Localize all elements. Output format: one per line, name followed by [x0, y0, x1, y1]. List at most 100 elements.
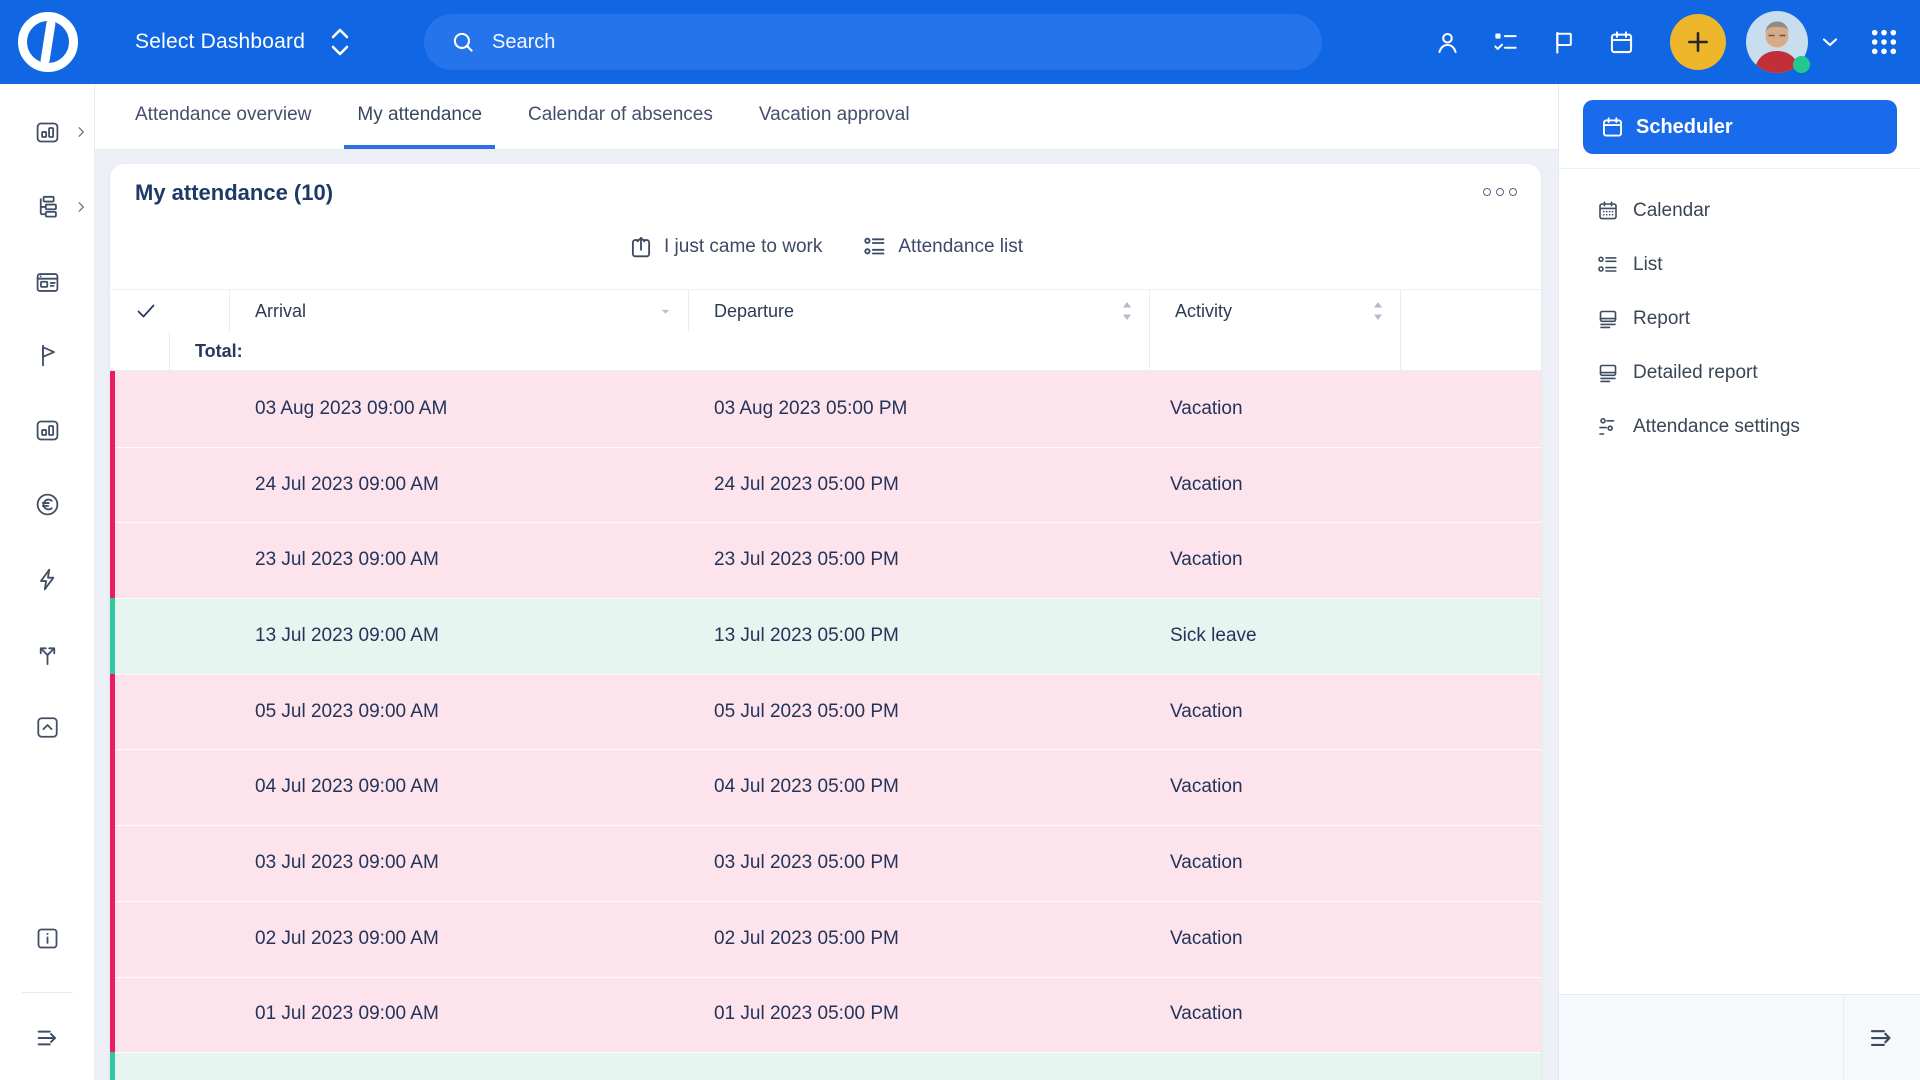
- sidebar-item-activity[interactable]: [0, 566, 95, 593]
- tab-vacation-approval[interactable]: Vacation approval: [746, 84, 923, 149]
- add-button[interactable]: [1670, 14, 1726, 70]
- sidebar-item-browser[interactable]: [0, 269, 95, 296]
- sidebar-item-integrations[interactable]: [0, 641, 95, 668]
- came-to-work-label: I just came to work: [664, 236, 822, 258]
- menu-item-calendar[interactable]: Calendar: [1559, 184, 1920, 238]
- calendar-button[interactable]: [1608, 29, 1635, 56]
- apps-menu-button[interactable]: [1868, 26, 1900, 58]
- table-row[interactable]: [110, 1052, 1541, 1080]
- chevron-right-icon[interactable]: [74, 200, 88, 214]
- sort-icon[interactable]: [1121, 300, 1133, 322]
- select-all-header[interactable]: [110, 290, 230, 332]
- table-row[interactable]: 13 Jul 2023 09:00 AM 13 Jul 2023 05:00 P…: [110, 598, 1541, 674]
- column-header-departure[interactable]: Departure: [689, 290, 1150, 332]
- avatar[interactable]: [1746, 11, 1808, 73]
- departure-cell: 03 Jul 2023 05:00 PM: [689, 852, 1150, 874]
- row-status-stripe: [110, 825, 115, 901]
- box-arrow-up-icon: [34, 714, 61, 741]
- sort-icon[interactable]: [1372, 300, 1384, 322]
- profile-menu-chevron[interactable]: [1818, 30, 1842, 54]
- tab-attendance-overview[interactable]: Attendance overview: [122, 84, 324, 149]
- sidebar-item-modules[interactable]: [0, 714, 95, 741]
- arrival-cell: 03 Jul 2023 09:00 AM: [230, 852, 689, 874]
- detailed-report-icon: [1596, 361, 1620, 385]
- app-logo[interactable]: [0, 11, 95, 73]
- attendance-table: Arrival Departure Activity Total: 03 Aug…: [110, 289, 1541, 1080]
- attendance-tabs: Attendance overview My attendance Calend…: [95, 84, 1558, 150]
- sidebar-item-campaigns[interactable]: [0, 342, 95, 369]
- menu-item-attendance-settings[interactable]: Attendance settings: [1559, 400, 1920, 454]
- info-icon: [34, 925, 61, 952]
- table-row[interactable]: 23 Jul 2023 09:00 AM 23 Jul 2023 05:00 P…: [110, 522, 1541, 598]
- sidebar-item-terminal[interactable]: [0, 417, 95, 444]
- activity-cell: Vacation: [1150, 474, 1401, 496]
- logo-icon: [17, 11, 79, 73]
- tab-calendar-of-absences[interactable]: Calendar of absences: [515, 84, 726, 149]
- list-icon: [862, 234, 888, 260]
- scheduler-button[interactable]: Scheduler: [1583, 100, 1897, 154]
- table-row[interactable]: 24 Jul 2023 09:00 AM 24 Jul 2023 05:00 P…: [110, 447, 1541, 523]
- sidebar-item-info[interactable]: [0, 925, 95, 952]
- apps-grid-icon: [1868, 26, 1900, 58]
- arrival-cell: 03 Aug 2023 09:00 AM: [230, 398, 689, 420]
- dashboard-selector[interactable]: Select Dashboard: [135, 22, 353, 62]
- table-row[interactable]: 05 Jul 2023 09:00 AM 05 Jul 2023 05:00 P…: [110, 674, 1541, 750]
- activity-cell: Vacation: [1150, 549, 1401, 571]
- table-row[interactable]: 02 Jul 2023 09:00 AM 02 Jul 2023 05:00 P…: [110, 901, 1541, 977]
- scheduler-label: Scheduler: [1636, 116, 1733, 139]
- panel-actions: I just came to work Attendance list: [110, 234, 1541, 260]
- flag-icon: [1550, 29, 1577, 56]
- browser-window-icon: [34, 269, 61, 296]
- menu-item-label: Detailed report: [1633, 362, 1758, 384]
- activity-cell: Vacation: [1150, 701, 1401, 723]
- checkmark-icon: [135, 300, 157, 322]
- came-to-work-button[interactable]: I just came to work: [628, 234, 822, 260]
- tasks-button[interactable]: [1492, 29, 1519, 56]
- dashboard-icon: [34, 119, 61, 146]
- menu-item-list[interactable]: List: [1559, 238, 1920, 292]
- table-row[interactable]: 04 Jul 2023 09:00 AM 04 Jul 2023 05:00 P…: [110, 749, 1541, 825]
- menu-item-detailed-report[interactable]: Detailed report: [1559, 346, 1920, 400]
- chevron-right-icon[interactable]: [74, 125, 88, 139]
- dashboard-selector-label: Select Dashboard: [135, 30, 305, 54]
- departure-cell: 13 Jul 2023 05:00 PM: [689, 625, 1150, 647]
- row-status-stripe: [110, 371, 115, 447]
- collapse-sidebar-button[interactable]: [0, 1024, 95, 1052]
- chevron-down-icon: [1818, 30, 1842, 54]
- column-header-arrival[interactable]: Arrival: [230, 290, 689, 332]
- departure-cell: 02 Jul 2023 05:00 PM: [689, 928, 1150, 950]
- tab-my-attendance[interactable]: My attendance: [344, 84, 495, 149]
- table-row[interactable]: 03 Aug 2023 09:00 AM 03 Aug 2023 05:00 P…: [110, 371, 1541, 447]
- right-panel-footer: [1559, 994, 1920, 1080]
- sidebar-item-payroll[interactable]: [0, 491, 95, 518]
- topbar: Select Dashboard: [0, 0, 1920, 84]
- user-icon: [1434, 29, 1461, 56]
- search-input[interactable]: [492, 31, 1192, 54]
- panel-title: My attendance (10): [135, 180, 333, 206]
- settings-sliders-icon: [1596, 415, 1620, 439]
- calendar-grid-icon: [1596, 199, 1620, 223]
- profile-button[interactable]: [1434, 29, 1461, 56]
- right-panel-divider: [1559, 168, 1920, 169]
- lightning-icon: [34, 566, 61, 593]
- attendance-list-button[interactable]: Attendance list: [862, 234, 1023, 260]
- menu-item-report[interactable]: Report: [1559, 292, 1920, 346]
- column-header-activity[interactable]: Activity: [1150, 290, 1401, 332]
- left-sidebar: [0, 84, 95, 1080]
- menu-item-label: List: [1633, 254, 1663, 276]
- check-in-icon: [628, 234, 654, 260]
- arrival-cell: 23 Jul 2023 09:00 AM: [230, 549, 689, 571]
- table-row[interactable]: 01 Jul 2023 09:00 AM 01 Jul 2023 05:00 P…: [110, 977, 1541, 1053]
- panel-menu-button[interactable]: [1483, 188, 1517, 196]
- plus-icon: [1685, 29, 1711, 55]
- scheduler-calendar-icon: [1600, 115, 1625, 140]
- activity-cell: Vacation: [1150, 928, 1401, 950]
- arrival-cell: 01 Jul 2023 09:00 AM: [230, 1003, 689, 1025]
- reports-button[interactable]: [1550, 29, 1577, 56]
- list-icon: [1596, 253, 1620, 277]
- expand-panel-button[interactable]: [1867, 1023, 1897, 1053]
- search-bar[interactable]: [424, 14, 1322, 70]
- filter-down-icon[interactable]: [659, 305, 672, 318]
- table-row[interactable]: 03 Jul 2023 09:00 AM 03 Jul 2023 05:00 P…: [110, 825, 1541, 901]
- online-status-dot: [1793, 56, 1810, 73]
